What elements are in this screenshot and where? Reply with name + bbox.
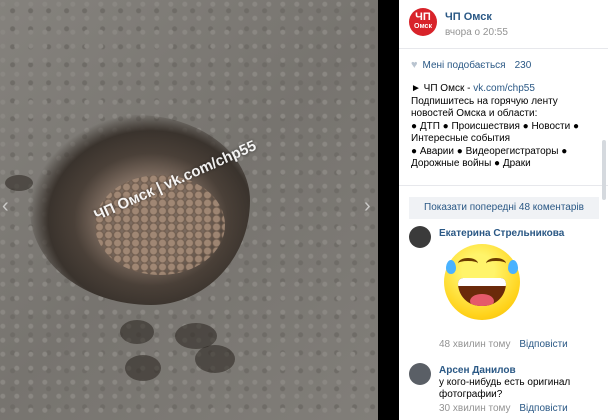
stain [120,320,154,344]
group-name[interactable]: ЧП Омск [445,11,492,23]
post-header: ЧП Омск ЧП Омск вчора о 20:55 [399,0,608,49]
group-avatar[interactable]: ЧП Омск [409,8,437,36]
logo-text-top: ЧП [415,11,431,23]
post-link[interactable]: vk.com/chp55 [473,83,535,94]
like-button[interactable]: ♥ Мені подобається 230 [411,59,531,71]
comment-time[interactable]: 48 хвилин тому [439,339,511,350]
post-text-line: Подпишитесь на горячую ленту новостей Ом… [411,95,558,120]
post-text-line: ► ЧП Омск - [411,83,474,94]
post-panel: ЧП Омск ЧП Омск вчора о 20:55 ♥ Мені под… [399,0,608,420]
comment-meta: 30 хвилин тому Відповісти [439,403,568,414]
chevron-right-icon[interactable]: › [364,195,371,218]
comment-time[interactable]: 30 хвилин тому [439,403,511,414]
stain [195,345,235,373]
logo-text-bottom: Омск [414,23,432,30]
show-previous-comments-button[interactable]: Показати попередні 48 коментарів [409,197,599,219]
divider [399,185,608,186]
heart-icon: ♥ [411,59,418,71]
post-text: ► ЧП Омск - vk.com/chp55 Подпишитесь на … [411,83,601,171]
comment: Арсен Данилов у кого-нибудь есть оригина… [409,363,601,420]
scrollbar[interactable] [602,140,606,200]
comment-text: у кого-нибудь есть оригинал фотографии? [439,377,571,400]
comment-author[interactable]: Екатерина Стрельникова [439,228,564,239]
stain [125,355,161,381]
comment-author[interactable]: Арсен Данилов [439,365,516,376]
post-text-line: ● ДТП ● Происшествия ● Новости ● Интерес… [411,120,579,145]
reply-button[interactable]: Відповісти [519,403,567,414]
avatar[interactable] [409,226,431,248]
photo-viewer[interactable]: ЧП Омск | vk.com/chp55 ‹ › [0,0,378,420]
laughing-emoji-icon [444,244,520,320]
post-text-line: ● Аварии ● Видеорегистраторы ● Дорожные … [411,145,568,170]
likes-count: 230 [514,59,532,71]
likes-label: Мені подобається [422,59,506,71]
avatar[interactable] [409,363,431,385]
post-time[interactable]: вчора о 20:55 [445,27,508,38]
reply-button[interactable]: Відповісти [519,339,567,350]
comment-meta: 48 хвилин тому Відповісти [439,339,568,350]
stain [5,175,33,191]
chevron-left-icon[interactable]: ‹ [2,195,9,218]
